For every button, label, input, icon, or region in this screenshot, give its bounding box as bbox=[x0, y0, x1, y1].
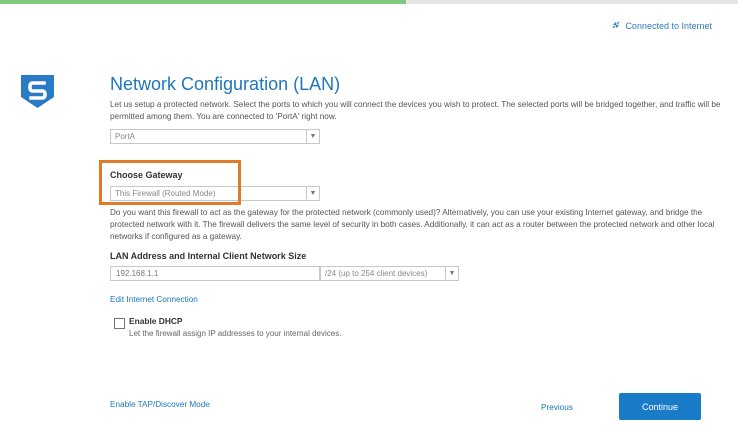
edit-internet-connection-link[interactable]: Edit Internet Connection bbox=[110, 295, 198, 304]
page-description: Let us setup a protected network. Select… bbox=[110, 100, 721, 121]
highlight-box bbox=[99, 160, 241, 205]
lan-address-value: 192.168.1.1 bbox=[116, 269, 159, 278]
page-title: Network Configuration (LAN) bbox=[110, 74, 341, 94]
dhcp-label: Enable DHCP bbox=[129, 316, 183, 326]
sophos-logo bbox=[19, 73, 56, 110]
previous-button[interactable]: Previous bbox=[541, 403, 573, 412]
progress-fill bbox=[0, 0, 406, 4]
subnet-select-value: /24 (up to 254 client devices) bbox=[325, 269, 428, 278]
continue-button[interactable]: Continue bbox=[619, 393, 701, 420]
lan-heading: LAN Address and Internal Client Network … bbox=[110, 251, 307, 261]
chevron-down-icon: ▼ bbox=[445, 267, 458, 280]
plug-icon bbox=[611, 20, 621, 32]
lan-address-input[interactable]: 192.168.1.1 bbox=[110, 266, 320, 281]
subnet-select[interactable]: /24 (up to 254 client devices) ▼ bbox=[320, 266, 459, 281]
dhcp-checkbox[interactable] bbox=[114, 318, 125, 329]
progress-bar bbox=[0, 0, 738, 4]
connection-status: Connected to Internet bbox=[611, 20, 712, 32]
chevron-down-icon: ▼ bbox=[306, 130, 319, 143]
gateway-description: Do you want this firewall to act as the … bbox=[110, 208, 715, 241]
port-select[interactable]: PortA ▼ bbox=[110, 129, 320, 144]
enable-tap-mode-link[interactable]: Enable TAP/Discover Mode bbox=[110, 400, 210, 409]
connection-status-label: Connected to Internet bbox=[625, 21, 712, 31]
chevron-down-icon: ▼ bbox=[306, 187, 319, 200]
port-select-value: PortA bbox=[115, 132, 136, 141]
dhcp-description: Let the firewall assign IP addresses to … bbox=[129, 329, 342, 338]
